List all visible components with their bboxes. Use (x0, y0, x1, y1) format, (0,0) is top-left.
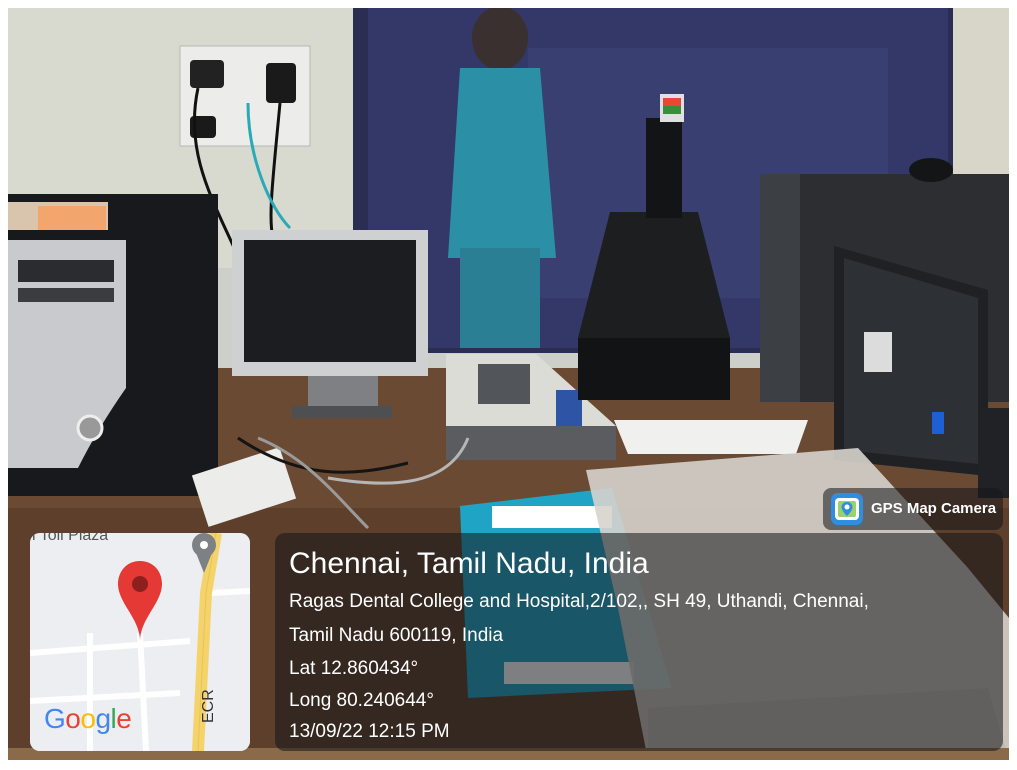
location-title: Chennai, Tamil Nadu, India (289, 547, 649, 580)
app-badge: GPS Map Camera (823, 488, 1003, 530)
map-pin-icon (118, 561, 162, 641)
map-place-label: l Toll Plaza (32, 533, 109, 544)
location-info-panel: Chennai, Tamil Nadu, India Ragas Dental … (275, 533, 1003, 751)
app-badge-label: GPS Map Camera (871, 500, 997, 517)
google-logo: Google (44, 703, 132, 734)
address-line-1: Ragas Dental College and Hospital,2/102,… (289, 591, 869, 612)
map-thumbnail: l Toll Plaza Google ECR (30, 533, 250, 751)
datetime: 13/09/22 12:15 PM (289, 721, 450, 742)
longitude: Long 80.240644° (289, 690, 434, 711)
latitude: Lat 12.860434° (289, 658, 419, 679)
gps-map-camera-icon (831, 493, 863, 525)
address-line-2: Tamil Nadu 600119, India (289, 625, 504, 646)
map-road-label: ECR (200, 689, 217, 723)
